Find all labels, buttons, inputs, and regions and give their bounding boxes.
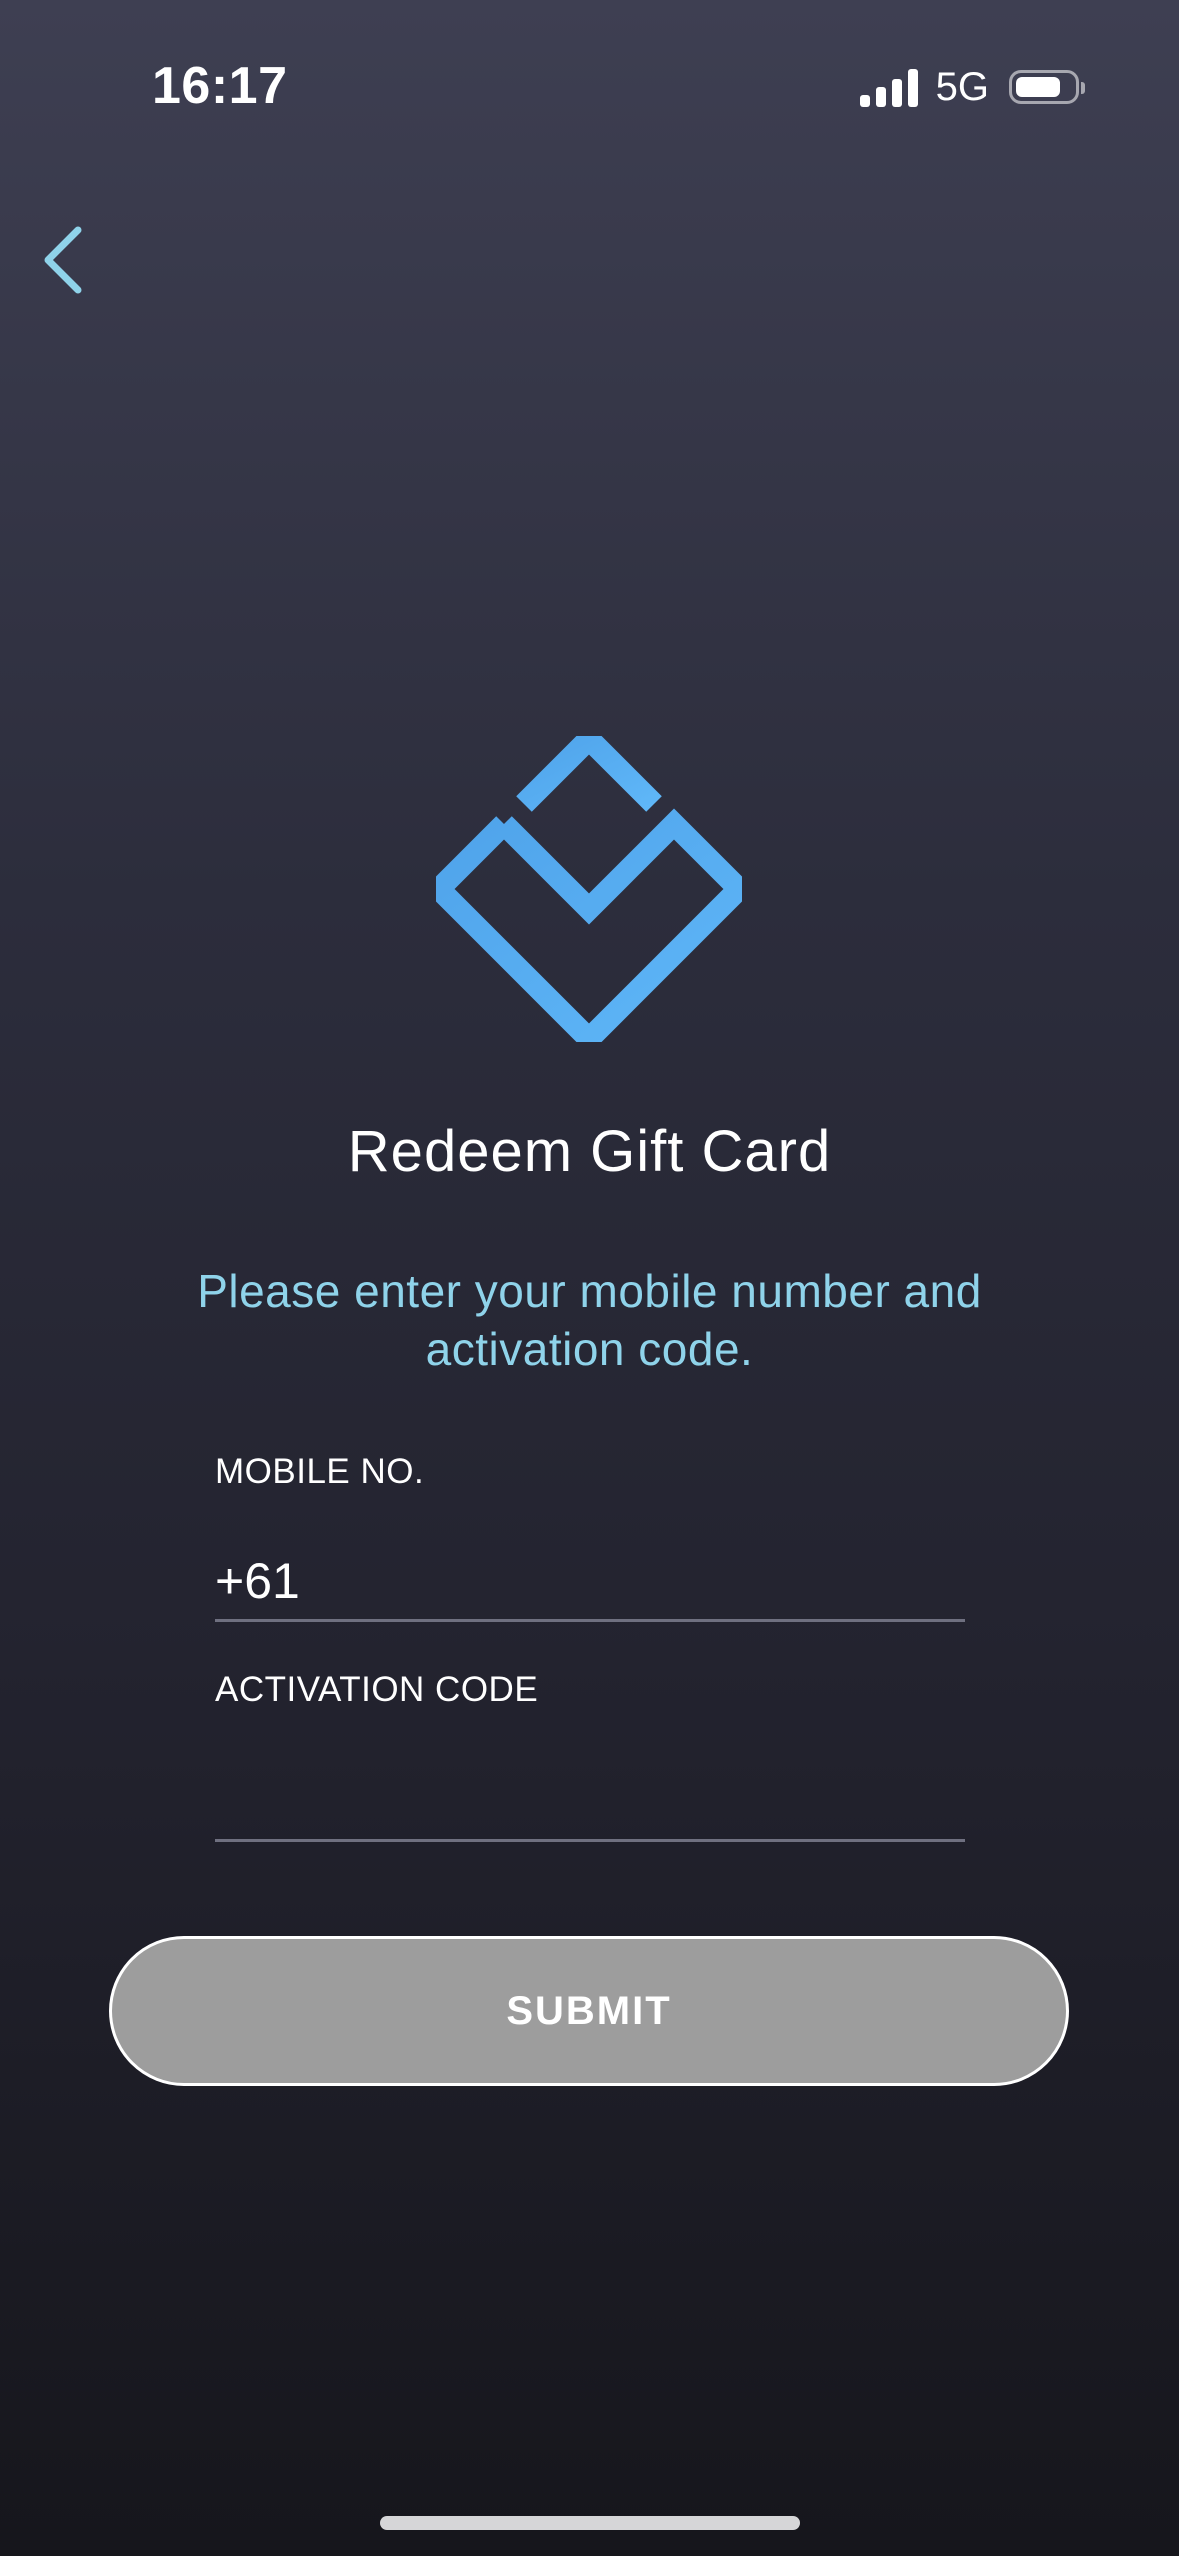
battery-icon — [1009, 70, 1085, 104]
chevron-left-icon — [44, 226, 82, 294]
network-type: 5G — [935, 64, 989, 109]
status-bar: 16:17 5G — [0, 0, 1179, 170]
activation-code-input[interactable] — [215, 1762, 965, 1842]
diamond-chevron-logo-icon — [436, 736, 742, 1042]
signal-icon — [859, 67, 918, 107]
page-title: Redeem Gift Card — [347, 1119, 832, 1184]
home-indicator[interactable] — [380, 2516, 800, 2530]
activation-code-label: ACTIVATION CODE — [215, 1670, 539, 1709]
mobile-label: MOBILE NO. — [215, 1452, 425, 1491]
page-subtitle: Please enter your mobile number and acti… — [197, 1265, 982, 1375]
status-time: 16:17 — [152, 57, 288, 115]
mobile-number-input[interactable] — [215, 1542, 965, 1622]
status-indicators: 5G — [859, 62, 1085, 112]
back-button[interactable] — [36, 222, 96, 298]
submit-button[interactable]: SUBMIT — [109, 1936, 1069, 2086]
